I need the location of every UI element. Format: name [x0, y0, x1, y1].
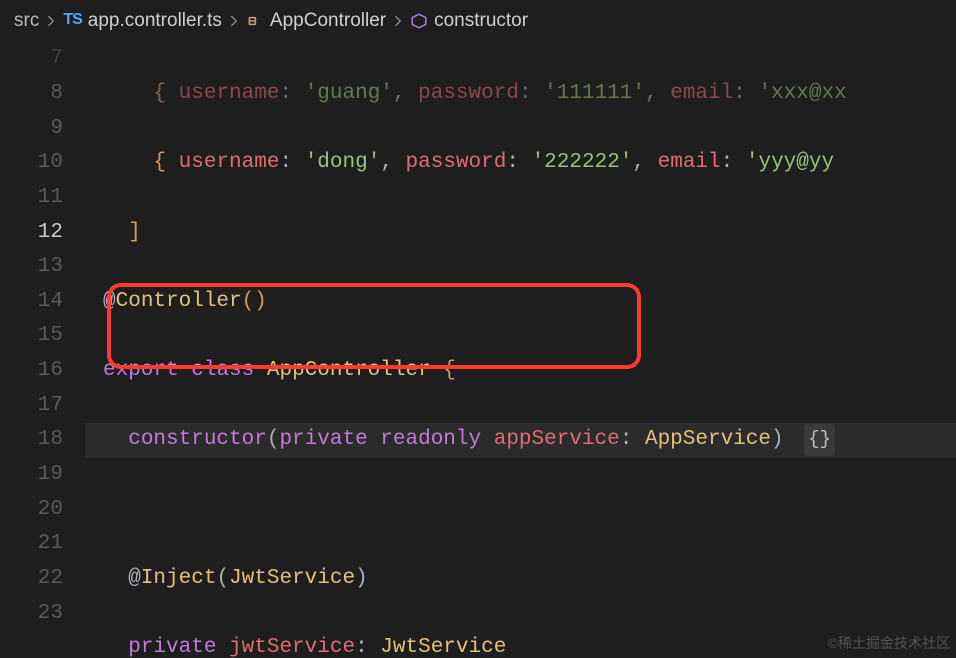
code-line: @Controller(): [85, 285, 956, 320]
breadcrumb-member-label: constructor: [434, 5, 528, 36]
line-number: 19: [0, 458, 63, 493]
line-number: 7: [0, 42, 63, 77]
chevron-right-icon: [392, 15, 404, 27]
code-editor[interactable]: 7 8 9 10 11 12 13 14 15 16 17 18 19 20 2…: [0, 42, 956, 658]
breadcrumb-class-label: AppController: [270, 5, 386, 36]
line-number: 17: [0, 389, 63, 424]
line-number: 14: [0, 285, 63, 320]
code-line: @Inject(JwtService): [85, 562, 956, 597]
code-area[interactable]: { username: 'guang', password: '111111',…: [85, 42, 956, 658]
line-number: 10: [0, 146, 63, 181]
breadcrumb-file-label: app.controller.ts: [88, 5, 222, 36]
code-line: export class AppController {: [85, 354, 956, 389]
code-line: { username: 'dong', password: '222222', …: [85, 146, 956, 181]
chevron-right-icon: [45, 15, 57, 27]
breadcrumb-file[interactable]: TS app.controller.ts: [63, 5, 222, 36]
line-number: 9: [0, 112, 63, 147]
line-number: 11: [0, 181, 63, 216]
breadcrumb-class[interactable]: AppController: [246, 5, 386, 36]
method-icon: [410, 12, 428, 30]
code-line-active: constructor(private readonly appService:…: [85, 423, 956, 458]
code-line: [85, 493, 956, 528]
line-number: 12: [0, 216, 63, 251]
chevron-right-icon: [228, 15, 240, 27]
editor-window: src TS app.controller.ts AppController c…: [0, 0, 956, 658]
class-icon: [246, 12, 264, 30]
line-number: 22: [0, 562, 63, 597]
code-line: ]: [85, 216, 956, 251]
code-line: private jwtService: JwtService: [85, 631, 956, 658]
code-line: { username: 'guang', password: '111111',…: [85, 77, 956, 112]
breadcrumb-member[interactable]: constructor: [410, 5, 528, 36]
line-number: 18: [0, 423, 63, 458]
breadcrumb-folder[interactable]: src: [14, 5, 39, 36]
line-number: 15: [0, 319, 63, 354]
line-number: 20: [0, 493, 63, 528]
line-number: 8: [0, 77, 63, 112]
line-number: 16: [0, 354, 63, 389]
breadcrumb: src TS app.controller.ts AppController c…: [0, 0, 956, 42]
typescript-icon: TS: [63, 7, 81, 33]
line-number: 21: [0, 527, 63, 562]
line-number-gutter: 7 8 9 10 11 12 13 14 15 16 17 18 19 20 2…: [0, 42, 85, 658]
line-number: 13: [0, 250, 63, 285]
line-number: 23: [0, 597, 63, 632]
fold-indicator[interactable]: {}: [804, 424, 835, 455]
